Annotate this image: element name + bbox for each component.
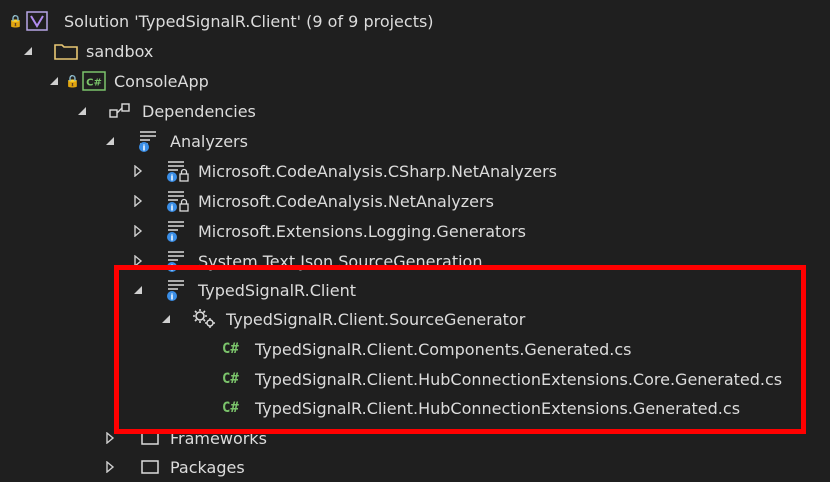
analyzer-icon: i (164, 278, 188, 302)
packages-icon (140, 458, 162, 476)
chevron-collapsed-icon[interactable] (132, 255, 144, 267)
generated-file-label: TypedSignalR.Client.Components.Generated… (255, 339, 632, 359)
svg-text:i: i (143, 144, 146, 153)
chevron-collapsed-icon[interactable] (132, 225, 144, 237)
chevron-collapsed-icon[interactable] (104, 432, 116, 444)
generated-file-label: TypedSignalR.Client.HubConnectionExtensi… (255, 369, 783, 389)
analyzer-icon: i (164, 189, 190, 213)
solution-node[interactable]: 🔒 Solution 'TypedSignalR.Client' (9 of 9… (0, 6, 830, 36)
tree-item-generated-file[interactable]: C# TypedSignalR.Client.HubConnectionExte… (0, 393, 830, 423)
chevron-collapsed-icon[interactable] (132, 165, 144, 177)
csharp-file-icon: C# (222, 341, 239, 357)
tree-item-analyzer[interactable]: i System.Text.Json.SourceGeneration (0, 246, 830, 276)
analyzers-label: Analyzers (170, 131, 248, 151)
sandbox-label: sandbox (86, 41, 154, 61)
tree-item-frameworks[interactable]: Frameworks (0, 423, 830, 453)
analyzer-item-label: System.Text.Json.SourceGeneration (198, 251, 483, 271)
chevron-expanded-icon[interactable] (22, 45, 34, 57)
csharp-file-icon: C# (222, 400, 239, 416)
svg-text:i: i (171, 234, 174, 243)
analyzer-icon: i (164, 249, 190, 273)
svg-text:i: i (171, 264, 174, 273)
svg-text:i: i (171, 174, 174, 183)
svg-text:i: i (171, 204, 174, 213)
csharp-project-icon: C# (82, 71, 106, 91)
frameworks-label: Frameworks (170, 428, 267, 448)
tree-item-analyzers[interactable]: i Analyzers (0, 126, 830, 156)
analyzer-item-label: Microsoft.Extensions.Logging.Generators (198, 221, 527, 241)
visual-studio-solution-icon (26, 11, 48, 31)
packages-label: Packages (170, 457, 245, 477)
analyzer-icon: i (136, 129, 160, 153)
consoleapp-label: ConsoleApp (114, 71, 209, 91)
dependencies-label: Dependencies (142, 101, 256, 121)
svg-text:C#: C# (86, 78, 102, 89)
tree-item-analyzer[interactable]: i Microsoft.Extensions.Logging.Generator… (0, 216, 830, 246)
tree-item-dependencies[interactable]: Dependencies (0, 96, 830, 126)
lock-icon: 🔒 (65, 74, 80, 88)
chevron-expanded-icon[interactable] (160, 313, 172, 325)
tree-item-sandbox[interactable]: sandbox (0, 36, 830, 66)
tree-item-analyzer[interactable]: i Microsoft.CodeAnalysis.CSharp.NetAnaly… (0, 156, 830, 186)
tree-item-consoleapp[interactable]: 🔒 C# ConsoleApp (0, 66, 830, 96)
csharp-file-icon: C# (222, 371, 239, 387)
tree-item-typedsignalr-client[interactable]: i TypedSignalR.Client (0, 275, 830, 305)
source-generator-label: TypedSignalR.Client.SourceGenerator (226, 309, 526, 329)
chevron-expanded-icon[interactable] (104, 135, 116, 147)
tree-item-source-generator[interactable]: TypedSignalR.Client.SourceGenerator (0, 304, 830, 334)
frameworks-icon (140, 429, 162, 447)
analyzer-icon: i (164, 219, 190, 243)
chevron-expanded-icon[interactable] (48, 75, 60, 87)
tree-item-generated-file[interactable]: C# TypedSignalR.Client.HubConnectionExte… (0, 364, 830, 394)
chevron-collapsed-icon[interactable] (132, 195, 144, 207)
gear-icon (192, 308, 218, 330)
typedsignalr-client-label: TypedSignalR.Client (198, 280, 357, 300)
analyzer-item-label: Microsoft.CodeAnalysis.NetAnalyzers (198, 191, 494, 211)
lock-icon: 🔒 (8, 14, 23, 28)
analyzer-icon: i (164, 159, 190, 183)
svg-text:i: i (171, 293, 174, 302)
solution-label: Solution 'TypedSignalR.Client' (9 of 9 p… (64, 11, 434, 31)
generated-file-label: TypedSignalR.Client.HubConnectionExtensi… (255, 398, 741, 418)
tree-item-packages[interactable]: Packages (0, 452, 830, 482)
chevron-expanded-icon[interactable] (76, 105, 88, 117)
chevron-expanded-icon[interactable] (132, 284, 144, 296)
tree-item-generated-file[interactable]: C# TypedSignalR.Client.Components.Genera… (0, 334, 830, 364)
dependencies-icon (108, 101, 132, 121)
tree-item-analyzer[interactable]: i Microsoft.CodeAnalysis.NetAnalyzers (0, 186, 830, 216)
analyzer-item-label: Microsoft.CodeAnalysis.CSharp.NetAnalyze… (198, 161, 558, 181)
folder-icon (54, 42, 78, 60)
